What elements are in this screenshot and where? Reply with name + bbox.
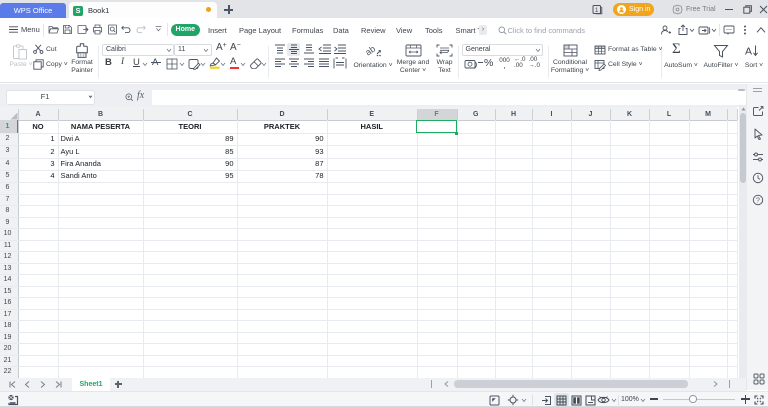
svg-text:A: A [745,46,752,58]
svg-text:?: ? [756,197,760,204]
svg-text:1: 1 [595,7,599,14]
svg-text:ab: ab [365,44,377,58]
